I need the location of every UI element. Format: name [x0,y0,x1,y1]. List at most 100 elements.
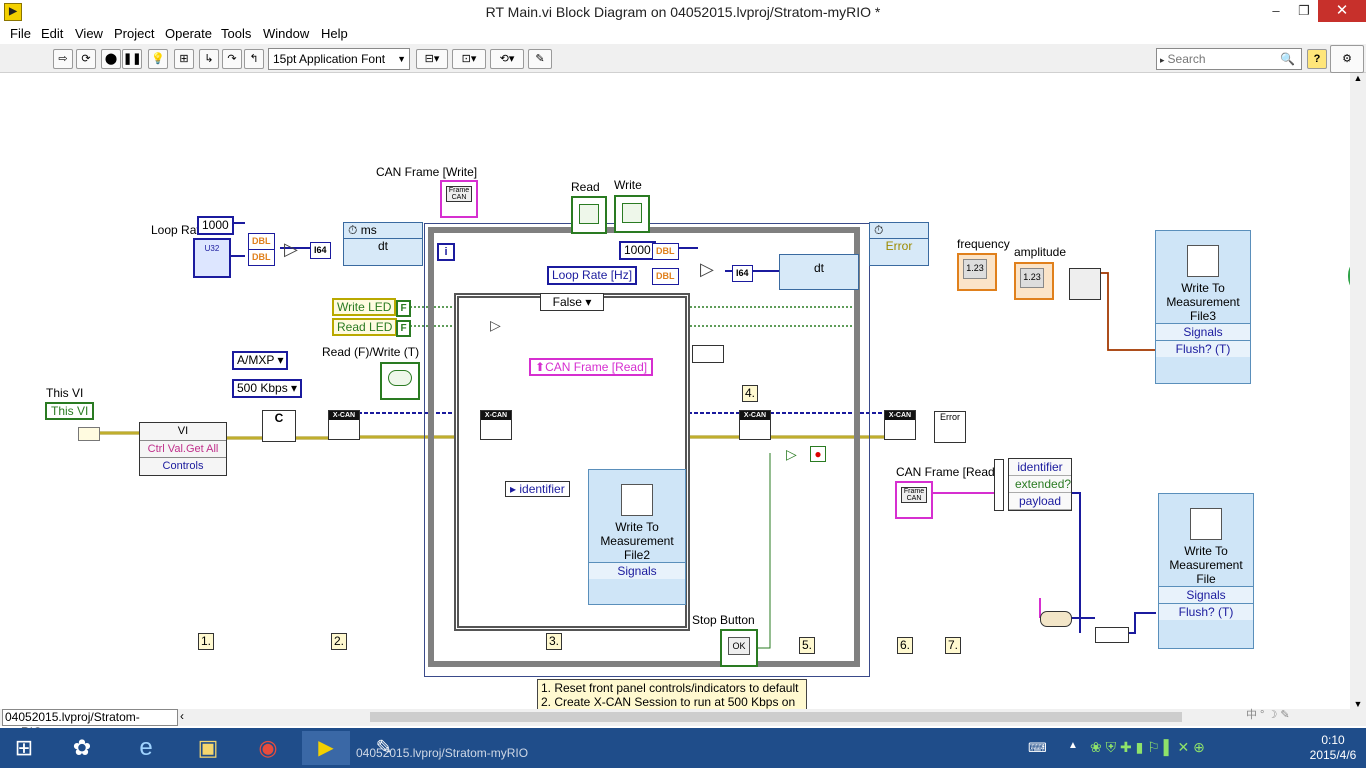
timed-loop-input-node[interactable]: ⏱ ms dt [343,222,423,266]
write-to-measurement-file2[interactable]: Write To Measurement File2 Signals [588,469,686,605]
convert-to-dynamic-data[interactable] [1040,611,1072,627]
merge-signals[interactable] [1095,627,1129,643]
menu-project[interactable]: Project [114,26,154,41]
write-file-flush[interactable]: Flush? (T) [1159,603,1253,620]
read-write-control[interactable] [380,362,420,400]
file-explorer-icon[interactable]: ▣ [184,731,232,765]
project-path[interactable]: 04052015.lvproj/Stratom-myRIO [2,709,178,739]
write-to-measurement-file[interactable]: Write To Measurement File Signals Flush?… [1158,493,1254,649]
baud-rate-constant[interactable]: 500 Kbps ▾ [232,379,303,398]
loop-rate-control[interactable]: U32 [193,238,231,278]
read-led-indicator[interactable] [571,196,607,234]
to-i64-node[interactable]: I64 [310,242,331,259]
xcan-open-subvi[interactable]: X-CAN [328,410,360,440]
xcan-close-subvi[interactable]: X-CAN [884,410,916,440]
unbundle-extended-field[interactable]: extended? [1009,476,1071,493]
loop-iteration-terminal[interactable]: i [437,243,455,261]
dt-input[interactable]: dt [344,238,422,253]
cleanup-diagram-icon[interactable]: ✎ [528,49,552,69]
scroll-up-icon[interactable]: ▲ [1350,73,1366,83]
to-dbl-node-2[interactable]: DBL [248,249,275,266]
menu-window[interactable]: Window [263,26,309,41]
unbundle-payload-field[interactable]: payload [1009,493,1071,510]
scroll-down-icon[interactable]: ▼ [1350,699,1366,709]
labview-taskbar-icon[interactable]: ▶ [302,731,350,765]
menu-view[interactable]: View [75,26,103,41]
run-continuously-button[interactable]: ⟳ [76,49,96,69]
xcan-write-subvi[interactable]: X-CAN [739,410,771,440]
step-over-icon[interactable]: ↷ [222,49,242,69]
false-constant-2[interactable]: F [396,320,411,337]
write-to-measurement-file3[interactable]: Write To Measurement File3 Signals Flush… [1155,230,1251,384]
font-select[interactable]: 15pt Application Font ▼ [268,48,410,70]
write-file-signals[interactable]: Signals [1159,586,1253,603]
or-node[interactable]: ▷ [786,446,797,463]
case-selector[interactable]: False ▾ [540,293,604,311]
error-cluster-constant[interactable] [78,427,100,441]
to-i64-node-inner[interactable]: I64 [732,265,753,282]
menu-tools[interactable]: Tools [221,26,251,41]
system-clock[interactable]: 0:10 2015/4/6 [1304,733,1362,763]
menu-file[interactable]: File [10,26,31,41]
pause-button[interactable]: ❚❚ [122,49,142,69]
to-dbl-node-4[interactable]: DBL [652,268,679,285]
restore-button[interactable]: ❐ [1290,0,1318,22]
align-objects-icon[interactable]: ⊟▾ [416,49,448,69]
distribute-objects-icon[interactable]: ⊡▾ [452,49,486,69]
abort-button[interactable]: ⬤ [101,49,121,69]
to-dbl-node-1[interactable]: DBL [248,233,275,250]
read-led-local[interactable]: Read LED [332,318,398,336]
vi-icon[interactable]: ⚙ [1330,45,1364,73]
simple-error-handler[interactable]: Error [934,411,966,443]
constant-1000-left[interactable]: 1000 [197,216,234,235]
write-file3-flush[interactable]: Flush? (T) [1156,340,1250,357]
context-help-button[interactable]: ? [1307,49,1327,69]
port-select-constant[interactable]: A/MXP ▾ [232,351,289,370]
menu-operate[interactable]: Operate [165,26,212,41]
ime-toolbar[interactable]: 中 ° ☽ ✎ [1246,706,1326,724]
tray-icons[interactable]: ❀ ⛨ ✚ ▮ ⚐ ▌ ✕ ⊕ [1090,739,1205,756]
constant-1000-inner[interactable]: 1000 [619,241,656,260]
search-input[interactable]: ▸ Search 🔍 [1156,48,1302,70]
amplitude-control[interactable]: 1.23 [1014,262,1054,300]
write-led-indicator[interactable] [614,195,650,233]
write-file2-signals[interactable]: Signals [589,562,685,579]
unbundle-handle[interactable] [994,459,1004,511]
can-frame-read-terminal[interactable]: Frame CAN [895,481,933,519]
reset-defaults-subvi[interactable]: C [262,410,296,442]
write-led-local[interactable]: Write LED [332,298,397,316]
not-node[interactable]: ▷ [490,317,501,334]
internet-explorer-icon[interactable]: e [122,731,170,765]
error-output[interactable]: Error [870,238,928,253]
false-constant-1[interactable]: F [396,300,411,317]
horizontal-scroll-thumb[interactable] [370,712,1182,722]
menu-help[interactable]: Help [321,26,348,41]
this-vi-constant[interactable]: This VI [45,402,95,420]
can-frame-read-local[interactable]: ⬆CAN Frame [Read] [529,358,654,376]
step-into-icon[interactable]: ↳ [199,49,219,69]
divide-node[interactable]: ▷ [284,239,298,260]
divide-node-inner[interactable]: ▷ [700,259,714,280]
chrome-icon[interactable]: ◉ [244,731,292,765]
reorder-icon[interactable]: ⟲▾ [490,49,524,69]
comment-block[interactable]: 1. Reset front panel controls/indicators… [537,679,807,709]
unbundle-identifier[interactable]: ▸ identifier [505,481,570,497]
tray-overflow-icon[interactable]: ▲ [1068,740,1078,751]
menu-edit[interactable]: Edit [41,26,63,41]
unbundle-by-name[interactable]: identifier extended? payload [1008,458,1072,511]
run-button[interactable]: ⇨ [53,49,73,69]
unbundle-identifier-field[interactable]: identifier [1009,459,1071,476]
timed-loop-output-node[interactable]: ⏱ Error [869,222,929,266]
step-out-icon[interactable]: ↰ [244,49,264,69]
keyboard-icon[interactable]: ⌨ [1028,740,1047,756]
property-node[interactable]: VI Ctrl Val.Get All Controls [139,422,227,476]
stop-button-terminal[interactable]: OK [720,629,758,667]
block-diagram[interactable]: i False ▾ CAN Frame [Write] Frame CAN Rea… [0,73,1350,709]
stop-terminal[interactable]: ● [810,446,826,462]
minimize-button[interactable]: – [1262,0,1290,22]
can-frame-write-terminal[interactable]: Frame CAN [440,180,478,218]
highlight-execution-icon[interactable]: 💡 [148,49,168,69]
simulate-signal-express[interactable] [1069,268,1101,300]
array-constant[interactable] [692,345,724,363]
xcan-read-subvi[interactable]: X-CAN [480,410,512,440]
